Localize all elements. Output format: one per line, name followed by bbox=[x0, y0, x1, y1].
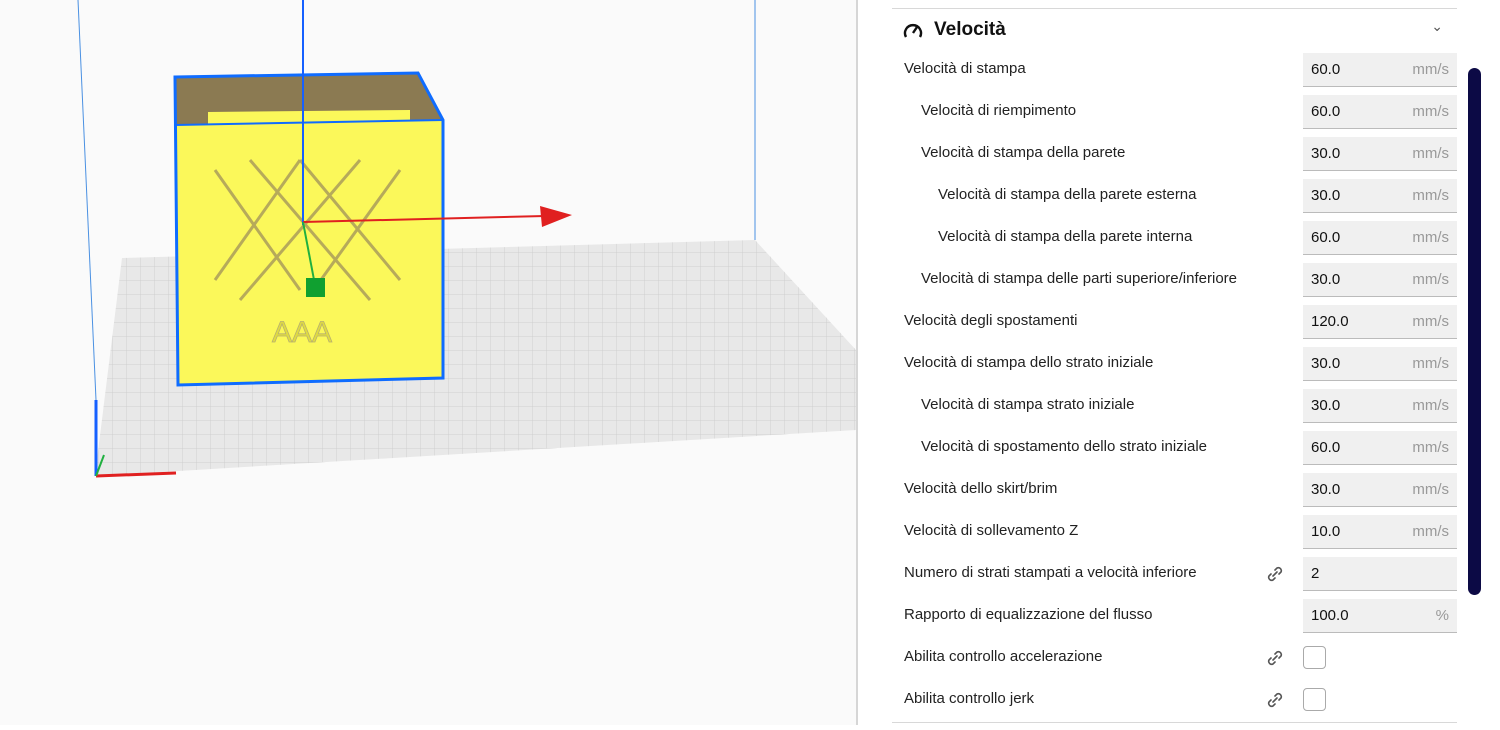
setting-value: 10.0 bbox=[1311, 523, 1341, 540]
setting-input[interactable]: 120.0 mm/s bbox=[1303, 305, 1457, 339]
setting-row: Velocità di spostamento dello strato ini… bbox=[902, 428, 1457, 470]
section-header-velocita[interactable]: Velocità ⌄ bbox=[902, 16, 1457, 44]
setting-value: 60.0 bbox=[1311, 61, 1341, 78]
setting-label: Abilita controllo jerk bbox=[904, 690, 1035, 707]
setting-value: 30.0 bbox=[1311, 355, 1341, 372]
setting-row: Abilita controllo accelerazione bbox=[902, 638, 1457, 680]
link-icon[interactable] bbox=[1264, 563, 1286, 585]
setting-label: Numero di strati stampati a velocità inf… bbox=[904, 564, 1197, 581]
gizmo-y-handle[interactable] bbox=[306, 278, 325, 297]
setting-checkbox[interactable] bbox=[1303, 688, 1326, 711]
setting-label: Velocità di riempimento bbox=[921, 102, 1077, 119]
setting-row: Velocità di stampa delle parti superiore… bbox=[902, 260, 1457, 302]
crate-model: AAA bbox=[173, 71, 445, 387]
setting-unit: mm/s bbox=[1412, 397, 1449, 414]
3d-viewport[interactable]: AAA bbox=[0, 0, 856, 725]
setting-row: Velocità di riempimento 60.0 mm/s bbox=[902, 92, 1457, 134]
divider bbox=[892, 722, 1457, 723]
link-icon[interactable] bbox=[1264, 689, 1286, 711]
setting-unit: mm/s bbox=[1412, 145, 1449, 162]
setting-label: Velocità di stampa della parete esterna bbox=[938, 186, 1197, 203]
setting-value: 2 bbox=[1311, 565, 1320, 582]
setting-label: Velocità di stampa della parete interna bbox=[938, 228, 1193, 245]
setting-value: 30.0 bbox=[1311, 145, 1341, 162]
setting-checkbox[interactable] bbox=[1303, 646, 1326, 669]
setting-label: Velocità di stampa bbox=[904, 60, 1026, 77]
setting-row: Rapporto di equalizzazione del flusso 100… bbox=[902, 596, 1457, 638]
setting-row: Abilita controllo jerk bbox=[902, 680, 1457, 722]
setting-input[interactable]: 30.0 mm/s bbox=[1303, 137, 1457, 171]
setting-row: Numero di strati stampati a velocità inf… bbox=[902, 554, 1457, 596]
divider bbox=[892, 8, 1457, 9]
setting-label: Velocità di stampa dello strato iniziale bbox=[904, 354, 1154, 371]
setting-input[interactable]: 60.0 mm/s bbox=[1303, 431, 1457, 465]
setting-input[interactable]: 30.0 mm/s bbox=[1303, 389, 1457, 423]
setting-row: Velocità di stampa della parete 30.0 mm/s bbox=[902, 134, 1457, 176]
setting-label: Velocità di sollevamento Z bbox=[904, 522, 1079, 539]
scrollbar[interactable] bbox=[1468, 68, 1481, 595]
setting-label: Velocità di spostamento dello strato ini… bbox=[921, 438, 1207, 455]
speedometer-icon bbox=[903, 24, 923, 38]
setting-row: Velocità di stampa 60.0 mm/s bbox=[902, 50, 1457, 92]
setting-label: Abilita controllo accelerazione bbox=[904, 648, 1103, 665]
setting-row: Velocità di stampa della parete esterna 3… bbox=[902, 176, 1457, 218]
setting-row: Velocità di stampa dello strato iniziale… bbox=[902, 344, 1457, 386]
setting-value: 30.0 bbox=[1311, 187, 1341, 204]
setting-value: 30.0 bbox=[1311, 481, 1341, 498]
setting-unit: % bbox=[1435, 607, 1449, 624]
gizmo-x-arrow[interactable] bbox=[540, 206, 572, 227]
section-title: Velocità bbox=[934, 19, 1006, 40]
setting-row: Velocità di sollevamento Z 10.0 mm/s bbox=[902, 512, 1457, 554]
setting-input[interactable]: 60.0 mm/s bbox=[1303, 221, 1457, 255]
setting-unit: mm/s bbox=[1412, 481, 1449, 498]
settings-panel: Velocità ⌄ Velocità di stampa 60.0 mm/s Vel… bbox=[856, 0, 1500, 725]
setting-value: 60.0 bbox=[1311, 229, 1341, 246]
setting-unit: mm/s bbox=[1412, 523, 1449, 540]
setting-row: Velocità degli spostamenti 120.0 mm/s bbox=[902, 302, 1457, 344]
setting-label: Rapporto di equalizzazione del flusso bbox=[904, 606, 1153, 623]
setting-input[interactable]: 100.0% bbox=[1303, 599, 1457, 633]
chevron-down-icon[interactable]: ⌄ bbox=[1431, 18, 1443, 35]
setting-unit: mm/s bbox=[1412, 61, 1449, 78]
setting-label: Velocità degli spostamenti bbox=[904, 312, 1078, 329]
build-volume-edge bbox=[77, 0, 97, 401]
setting-label: Velocità di stampa strato iniziale bbox=[921, 396, 1135, 413]
setting-value: 100.0 bbox=[1311, 607, 1349, 624]
setting-unit: mm/s bbox=[1412, 187, 1449, 204]
setting-input[interactable]: 30.0 mm/s bbox=[1303, 179, 1457, 213]
setting-row: Velocità dello skirt/brim 30.0 mm/s bbox=[902, 470, 1457, 512]
setting-input[interactable]: 10.0 mm/s bbox=[1303, 515, 1457, 549]
setting-unit: mm/s bbox=[1412, 229, 1449, 246]
link-icon[interactable] bbox=[1264, 647, 1286, 669]
setting-input[interactable]: 30.0 mm/s bbox=[1303, 473, 1457, 507]
setting-unit: mm/s bbox=[1412, 355, 1449, 372]
setting-label: Velocità di stampa delle parti superiore… bbox=[921, 270, 1238, 287]
setting-input[interactable]: 60.0 mm/s bbox=[1303, 95, 1457, 129]
setting-input[interactable]: 30.0 mm/s bbox=[1303, 263, 1457, 297]
setting-row: Velocità di stampa strato iniziale 30.0 mm… bbox=[902, 386, 1457, 428]
setting-input[interactable]: 30.0 mm/s bbox=[1303, 347, 1457, 381]
setting-value: 30.0 bbox=[1311, 397, 1341, 414]
setting-value: 60.0 bbox=[1311, 103, 1341, 120]
setting-value: 60.0 bbox=[1311, 439, 1341, 456]
model-text: AAA bbox=[272, 316, 332, 349]
setting-unit: mm/s bbox=[1412, 439, 1449, 456]
setting-unit: mm/s bbox=[1412, 103, 1449, 120]
setting-row: Velocità di stampa della parete interna 6… bbox=[902, 218, 1457, 260]
setting-value: 30.0 bbox=[1311, 271, 1341, 288]
setting-input[interactable]: 2 bbox=[1303, 557, 1457, 591]
setting-unit: mm/s bbox=[1412, 313, 1449, 330]
build-volume-scene: AAA bbox=[77, 0, 856, 478]
setting-value: 120.0 bbox=[1311, 313, 1349, 330]
setting-label: Velocità dello skirt/brim bbox=[904, 480, 1058, 497]
setting-label: Velocità di stampa della parete bbox=[921, 144, 1126, 161]
setting-unit: mm/s bbox=[1412, 271, 1449, 288]
setting-input[interactable]: 60.0 mm/s bbox=[1303, 53, 1457, 87]
